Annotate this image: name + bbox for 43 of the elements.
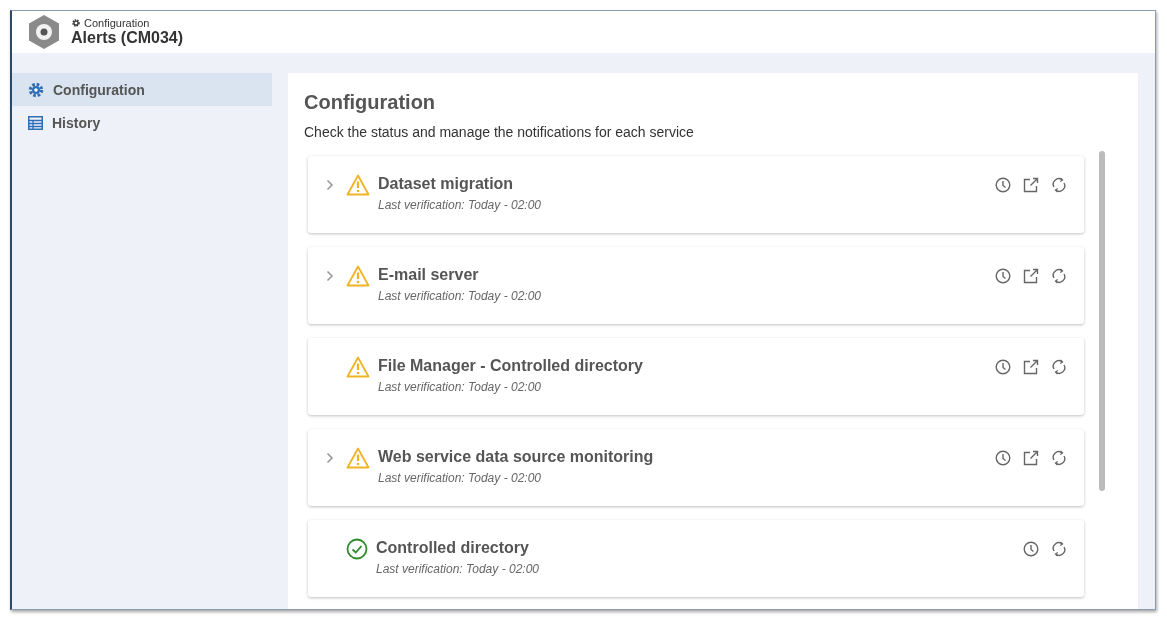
scrollbar[interactable] <box>1099 151 1105 491</box>
refresh-icon[interactable] <box>1051 268 1067 284</box>
last-verification: Last verification: Today - 02:00 <box>378 380 542 394</box>
panel-title: Configuration <box>304 91 437 114</box>
check-circle-icon <box>346 538 368 560</box>
clock-icon[interactable] <box>995 450 1011 466</box>
gear-logo-icon <box>27 14 61 50</box>
last-verification: Last verification: Today - 02:00 <box>378 289 542 303</box>
service-name: File Manager - Controlled directory <box>378 356 644 376</box>
warning-icon <box>346 447 370 469</box>
chevron-right-icon[interactable] <box>326 452 334 464</box>
last-verification: Last verification: Today - 02:00 <box>376 562 540 576</box>
panel-description: Check the status and manage the notifications for each service <box>304 124 695 140</box>
last-verification: Last verification: Today - 02:00 <box>378 198 542 212</box>
external-link-icon[interactable] <box>1023 450 1039 466</box>
refresh-icon[interactable] <box>1051 177 1067 193</box>
page-title: Alerts (CM034) <box>71 29 184 47</box>
refresh-icon[interactable] <box>1051 359 1067 375</box>
clock-icon[interactable] <box>1023 541 1039 557</box>
warning-icon <box>346 265 370 287</box>
clock-icon[interactable] <box>995 177 1011 193</box>
external-link-icon[interactable] <box>1023 268 1039 284</box>
breadcrumb-text: Configuration <box>84 17 150 29</box>
service-name: E-mail server <box>378 265 480 285</box>
clock-icon[interactable] <box>995 359 1011 375</box>
clock-icon[interactable] <box>995 268 1011 284</box>
refresh-icon[interactable] <box>1051 541 1067 557</box>
gear-icon <box>71 18 81 28</box>
sidebar-item[interactable]: Configuration <box>12 73 272 106</box>
service-name: Web service data source monitoring <box>378 447 655 467</box>
external-link-icon[interactable] <box>1023 359 1039 375</box>
chevron-right-icon[interactable] <box>326 270 334 282</box>
table-icon <box>28 115 43 130</box>
gear-icon <box>28 81 44 98</box>
external-link-icon[interactable] <box>1023 177 1039 193</box>
warning-icon <box>346 356 370 378</box>
chevron-right-icon[interactable] <box>326 179 334 191</box>
service-name: Dataset migration <box>378 174 515 194</box>
service-name: Controlled directory <box>376 538 530 558</box>
warning-icon <box>346 174 370 196</box>
refresh-icon[interactable] <box>1051 450 1067 466</box>
sidebar-item[interactable]: History <box>12 106 272 139</box>
last-verification: Last verification: Today - 02:00 <box>378 471 542 485</box>
